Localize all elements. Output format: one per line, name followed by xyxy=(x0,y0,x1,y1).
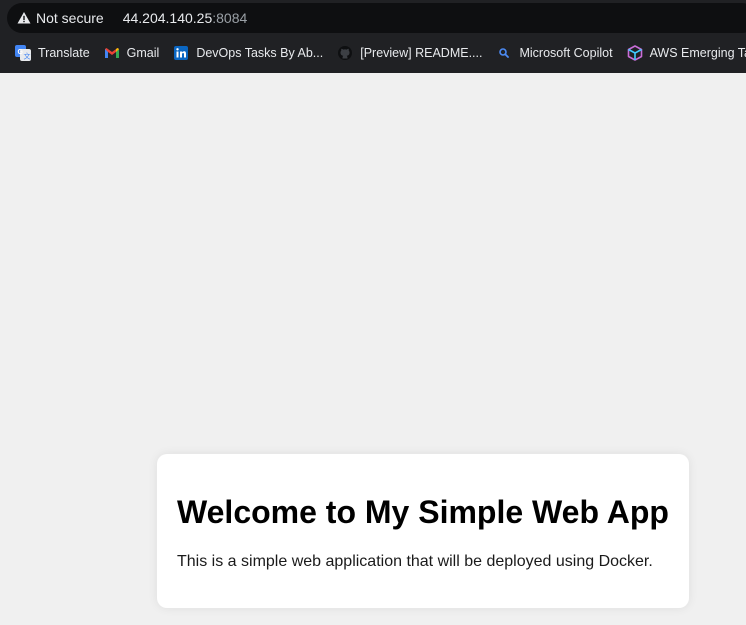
search-icon xyxy=(496,45,512,61)
bookmark-label: [Preview] README.... xyxy=(360,46,483,60)
security-label: Not secure xyxy=(36,10,104,26)
bookmark-microsoft-copilot[interactable]: Microsoft Copilot xyxy=(489,40,619,66)
warning-icon xyxy=(17,11,31,25)
bookmark-label: AWS Emerging Tale... xyxy=(649,46,746,60)
url-text[interactable]: 44.204.140.25:8084 xyxy=(123,10,248,26)
page-heading: Welcome to My Simple Web App xyxy=(177,494,669,530)
bookmark-devops-tasks[interactable]: DevOps Tasks By Ab... xyxy=(166,40,330,66)
bookmark-aws-emerging-talent[interactable]: AWS Emerging Tale... xyxy=(620,40,746,66)
linkedin-icon xyxy=(173,45,189,61)
url-host: 44.204.140.25 xyxy=(122,10,213,26)
page-viewport: Welcome to My Simple Web App This is a s… xyxy=(0,73,746,625)
bookmark-gmail[interactable]: Gmail xyxy=(97,40,167,66)
bookmark-translate[interactable]: G 文 Translate xyxy=(0,40,97,66)
bookmarks-bar: G 文 Translate Gmail DevOps Tasks By Ab..… xyxy=(0,37,746,69)
address-bar[interactable]: Not secure 44.204.140.25:8084 xyxy=(7,3,746,33)
url-port: :8084 xyxy=(212,10,248,26)
cube-icon xyxy=(627,45,643,61)
github-icon xyxy=(337,45,353,61)
google-translate-icon: G 文 xyxy=(15,45,31,61)
page-description: This is a simple web application that wi… xyxy=(177,553,653,570)
content-card: Welcome to My Simple Web App This is a s… xyxy=(157,454,689,608)
bookmark-label: DevOps Tasks By Ab... xyxy=(196,46,324,60)
bookmark-label: Translate xyxy=(38,46,90,60)
security-chip[interactable]: Not secure xyxy=(17,6,104,30)
bookmark-readme-preview[interactable]: [Preview] README.... xyxy=(330,40,489,66)
svg-text:文: 文 xyxy=(24,52,31,61)
bookmark-label: Gmail xyxy=(126,46,160,60)
browser-chrome: Not secure 44.204.140.25:8084 G 文 Transl… xyxy=(0,0,746,73)
bookmark-label: Microsoft Copilot xyxy=(519,46,613,60)
gmail-icon xyxy=(104,45,120,61)
